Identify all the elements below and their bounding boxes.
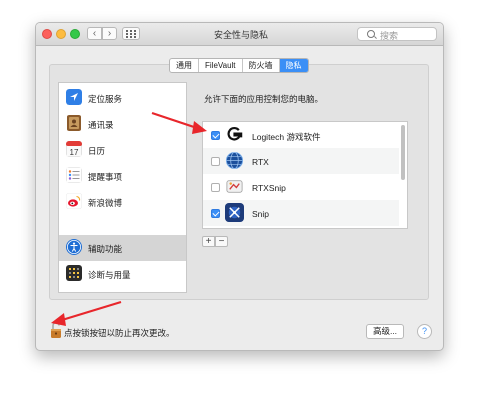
sidebar-item-label: 提醒事项	[88, 172, 123, 182]
weibo-icon	[66, 193, 82, 209]
calendar-icon: 17	[66, 141, 82, 157]
chevron-left-icon: ‹	[92, 28, 97, 39]
app-checkbox-rtxsnip[interactable]	[211, 183, 220, 192]
sidebar-item-diagnostics-usage[interactable]: 诊断与用量	[59, 261, 186, 287]
back-button[interactable]: ‹	[87, 27, 102, 40]
app-row-rtxsnip: RTXSnip	[203, 174, 399, 200]
chevron-right-icon: ›	[107, 28, 112, 39]
svg-text:17: 17	[70, 148, 79, 157]
app-row-snip: Snip	[203, 200, 399, 226]
tab-general[interactable]: 通用	[170, 59, 199, 72]
location-arrow-icon	[66, 89, 82, 105]
app-row-partial	[203, 226, 399, 228]
minimize-window-button[interactable]	[56, 29, 66, 39]
tab-privacy[interactable]: 隐私	[279, 59, 308, 72]
close-window-button[interactable]	[42, 29, 52, 39]
advanced-button[interactable]: 高级...	[366, 324, 404, 339]
tab-firewall[interactable]: 防火墙	[243, 59, 280, 72]
lock-hint-text: 点按锁按钮以防止再次更改。	[64, 328, 175, 338]
sidebar-item-calendar[interactable]: 17 日历	[59, 137, 186, 163]
forward-button[interactable]: ›	[102, 27, 117, 40]
help-button[interactable]: ?	[417, 324, 432, 339]
search-icon	[367, 30, 375, 38]
preferences-window: ‹ › 安全性与隐私 搜索 通用 FileVault 防火墙 隐私 定位服务 通…	[35, 22, 444, 351]
app-row-rtx: RTX	[203, 148, 399, 174]
sidebar-item-label: 通讯录	[88, 120, 114, 130]
sidebar-item-label: 新浪微博	[88, 198, 123, 208]
zoom-window-button[interactable]	[70, 29, 80, 39]
snip-icon	[225, 203, 244, 222]
lock-icon[interactable]	[50, 321, 62, 339]
app-label: Logitech 游戏软件	[252, 132, 321, 142]
accessibility-icon	[66, 239, 82, 255]
title-bar: ‹ › 安全性与隐私 搜索	[36, 23, 443, 46]
tab-filevault[interactable]: FileVault	[199, 59, 243, 72]
rtxsnip-icon	[226, 180, 243, 193]
sidebar-item-label: 日历	[88, 146, 106, 156]
app-checkbox-snip[interactable]	[211, 209, 220, 218]
diagnostics-icon	[66, 265, 82, 281]
sidebar-item-label: 辅助功能	[88, 244, 123, 254]
tab-bar: 通用 FileVault 防火墙 隐私	[169, 58, 309, 73]
sidebar-item-reminders[interactable]: 提醒事项	[59, 163, 186, 189]
sidebar-item-label: 定位服务	[88, 94, 123, 104]
remove-app-button[interactable]: −	[215, 236, 228, 247]
app-checkbox-logitech[interactable]	[211, 131, 220, 140]
sidebar-item-location-services[interactable]: 定位服务	[59, 85, 186, 111]
reminders-icon	[66, 167, 82, 183]
app-checkbox-rtx[interactable]	[211, 157, 220, 166]
show-all-button[interactable]	[122, 27, 140, 40]
contacts-book-icon	[67, 115, 81, 131]
search-field[interactable]: 搜索	[357, 27, 437, 41]
app-list-scrollbar[interactable]	[401, 125, 405, 180]
app-row-logitech: Logitech 游戏软件	[203, 122, 399, 148]
sidebar-item-sina-weibo[interactable]: 新浪微博	[59, 189, 186, 215]
add-app-button[interactable]: +	[202, 236, 215, 247]
rtx-globe-icon	[225, 151, 244, 170]
sidebar-item-contacts[interactable]: 通讯录	[59, 111, 186, 137]
sidebar-item-label: 诊断与用量	[88, 270, 131, 280]
logitech-g-icon	[225, 125, 244, 144]
search-placeholder: 搜索	[380, 31, 399, 41]
privacy-description: 允许下面的应用控制您的电脑。	[204, 94, 324, 104]
privacy-category-list: 定位服务 通讯录 17 日历 提醒事项 新浪微博 辅助功能 诊断与用量	[58, 82, 187, 293]
app-list: Logitech 游戏软件 RTX RTXSnip Snip	[202, 121, 408, 229]
app-label: RTXSnip	[252, 183, 286, 193]
app-label: Snip	[252, 209, 270, 219]
sidebar-item-accessibility[interactable]: 辅助功能	[59, 235, 186, 261]
window-title: 安全性与隐私	[213, 30, 268, 40]
app-label: RTX	[252, 157, 269, 167]
